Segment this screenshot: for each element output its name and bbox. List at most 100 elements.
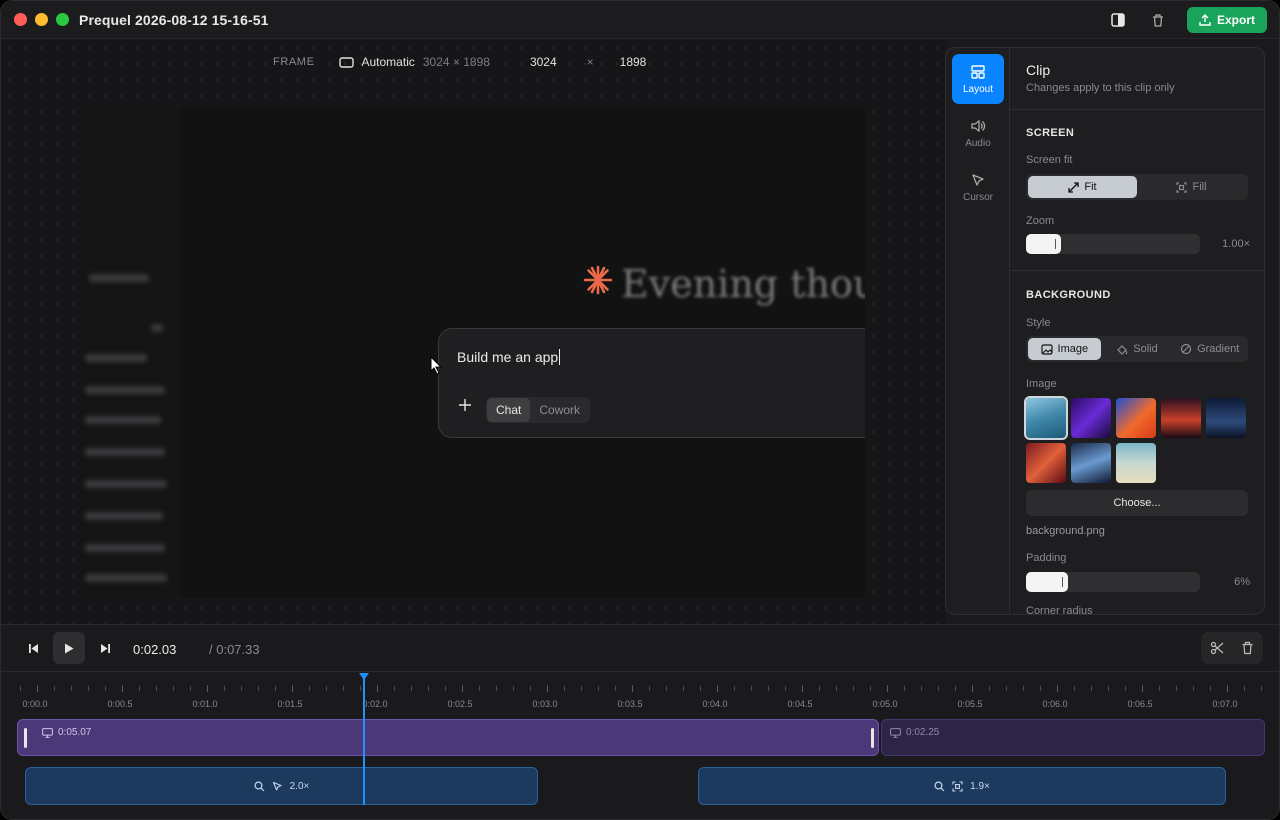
zoom-slider-knob[interactable] [1054,239,1056,249]
total-time: / 0:07.33 [209,642,260,657]
screen-clip-2[interactable]: 0:02.25 [881,719,1265,756]
paint-bucket-icon [1117,344,1128,355]
tab-layout[interactable]: Layout [952,54,1004,104]
ruler-label: 0:01.0 [192,699,218,709]
zoom-segment-2[interactable]: 1.9× [698,767,1226,805]
clip-2-label: 0:02.25 [890,727,939,738]
ruler-tick [632,685,633,692]
playhead-handle[interactable] [359,673,369,680]
ruler-tick [88,686,89,691]
export-button[interactable]: Export [1186,7,1267,33]
preview-prompt: Build me an app [457,349,561,365]
ruler-label: 0:00.5 [107,699,133,709]
tab-cursor[interactable]: Cursor [952,162,1004,212]
style-image-option[interactable]: Image [1028,338,1101,360]
ruler-tick [275,686,276,691]
zoom-slider[interactable] [1026,234,1200,254]
play-button[interactable] [53,632,85,664]
skip-back-icon [28,643,38,653]
ruler-tick [190,686,191,691]
preview-tab-cowork: Cowork [539,403,581,417]
timeline[interactable]: 0:00.0 0:00.5 0:01.0 0:01.5 0:02.0 0:02.5 0:03… [1,673,1279,819]
screen-fit-label: Screen fit [1026,154,1073,166]
ruler-tick [972,685,973,692]
fill-option[interactable]: Fill [1137,176,1246,198]
video-preview[interactable]: Evening though Build me an app Chat Cowo… [81,108,865,598]
trash-icon[interactable] [1241,641,1254,655]
corner-radius-label: Corner radius [1026,605,1093,615]
skip-forward-button[interactable] [89,632,121,664]
ruler-tick [173,686,174,691]
style-solid-option[interactable]: Solid [1101,338,1174,360]
background-section-title: BACKGROUND [1026,289,1111,301]
bg-thumb-8[interactable] [1116,443,1156,483]
ruler-tick [1091,686,1092,691]
time-ruler[interactable]: 0:00.0 0:00.5 0:01.0 0:01.5 0:02.0 0:02.5 0:03… [1,673,1279,713]
zoom-window-button[interactable] [56,13,69,26]
ruler-tick [1108,686,1109,691]
bg-thumb-7[interactable] [1071,443,1111,483]
ruler-tick [768,686,769,691]
ruler-tick [887,685,888,692]
timeline-tools [1201,632,1263,664]
frame-times: × [586,55,594,69]
section-divider [1010,270,1264,271]
ruler-label: 0:03.5 [617,699,643,709]
bg-thumb-5[interactable] [1206,398,1246,438]
background-style-toggle: Image Solid Gradient [1026,336,1248,362]
ruler-tick [1142,685,1143,692]
frame-mode-selector[interactable]: Automatic 3024 × 1898 [338,55,490,69]
ruler-tick [309,686,310,691]
frame-label: FRAME [273,56,315,68]
preview-heading: Evening though [621,262,865,306]
screen-clip-1[interactable]: 0:05.07 [17,719,879,756]
padding-slider[interactable] [1026,572,1200,592]
scissors-icon[interactable] [1210,641,1224,655]
ruler-label: 0:02.0 [362,699,388,709]
ruler-tick [445,686,446,691]
bg-thumb-2[interactable] [1071,398,1111,438]
clip-1-trim-end-handle[interactable] [871,728,874,748]
ruler-tick [870,686,871,691]
ruler-label: 0:06.0 [1042,699,1068,709]
plus-icon [459,399,471,411]
frame-width-input[interactable]: 3024 [530,55,557,69]
canvas-area[interactable]: FRAME Automatic 3024 × 1898 3024 × 1898 [1,40,945,624]
minimize-window-button[interactable] [35,13,48,26]
style-gradient-option[interactable]: Gradient [1173,338,1246,360]
ruler-tick [71,686,72,691]
padding-slider-knob[interactable] [1061,577,1063,587]
toggle-sidebar-button[interactable] [1103,7,1133,33]
skip-back-button[interactable] [17,632,49,664]
ruler-label: 0:07.0 [1212,699,1238,709]
playhead[interactable] [363,673,365,805]
frame-height-input[interactable]: 1898 [620,55,647,69]
window-title: Prequel 2026-08-12 15-16-51 [79,11,269,28]
ruler-tick [938,686,939,691]
frame-mode: Automatic [361,55,415,69]
ruler-tick [207,685,208,692]
tab-audio[interactable]: Audio [952,108,1004,158]
ruler-tick [819,686,820,691]
choose-image-button[interactable]: Choose... [1026,490,1248,516]
ruler-label: 0:00.0 [22,699,48,709]
ruler-tick [751,686,752,691]
zoom-segment-1[interactable]: 2.0× [25,767,538,805]
clip-title: Clip [1026,62,1051,78]
bg-thumb-6[interactable] [1026,443,1066,483]
ruler-tick [1193,686,1194,691]
bg-thumb-3[interactable] [1116,398,1156,438]
ruler-tick [564,686,565,691]
export-icon [1199,14,1211,26]
ruler-tick [1159,686,1160,691]
bg-thumb-4[interactable] [1161,398,1201,438]
delete-button[interactable] [1143,7,1173,33]
bg-thumb-1[interactable] [1024,396,1068,440]
preview-tab-chat: Chat [487,398,531,422]
fit-option[interactable]: Fit [1028,176,1137,198]
close-window-button[interactable] [14,13,27,26]
sparkle-logo-icon [583,265,613,295]
ruler-tick [241,686,242,691]
clip-1-trim-start-handle[interactable] [24,728,27,748]
zoom-value: 1.00× [1222,238,1250,250]
